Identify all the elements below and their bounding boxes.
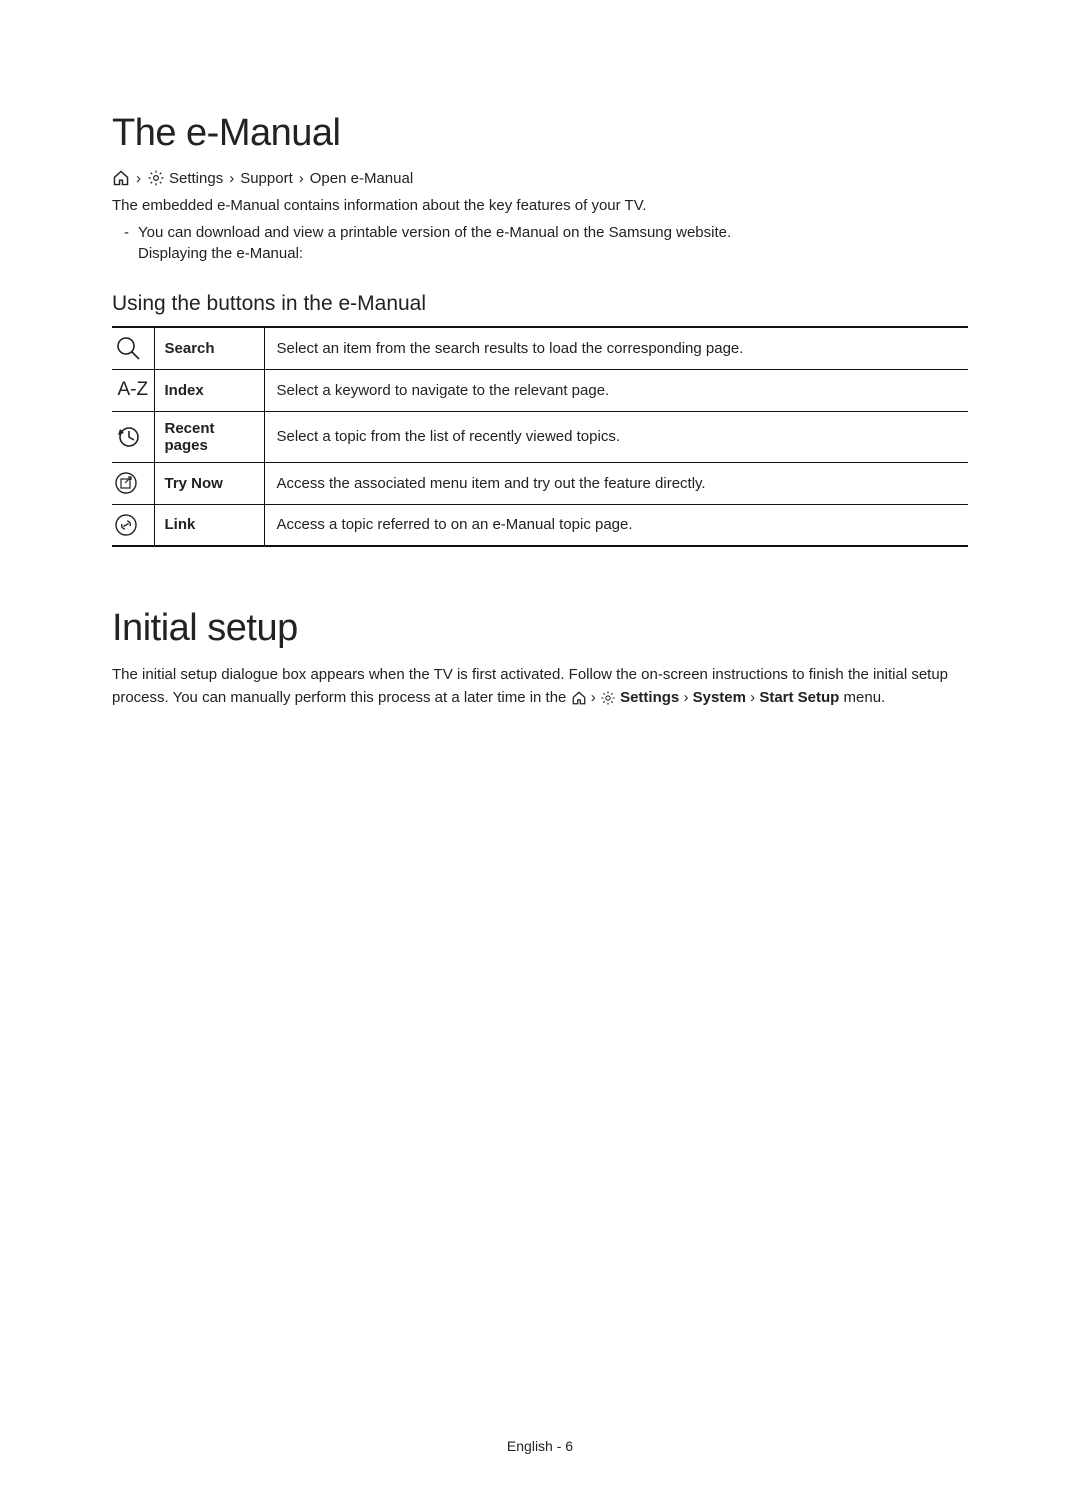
link-icon [114,513,152,537]
breadcrumb-settings: Settings [169,170,223,187]
table-row: A-Z Index Select a keyword to navigate t… [112,369,968,411]
gear-icon [600,690,616,706]
buttons-table: Search Select an item from the search re… [112,326,968,547]
row-label: Try Now [154,462,264,504]
page-footer: English - 6 [0,1438,1080,1454]
intro-text: The embedded e-Manual contains informati… [112,197,968,214]
initial-setup-text-post: menu. [844,689,886,706]
recent-icon [114,423,152,451]
breadcrumb-open: Open e-Manual [310,170,413,187]
path-system: System [693,689,746,706]
search-icon [114,334,152,362]
subheading-buttons: Using the buttons in the e-Manual [112,292,968,316]
row-label: Search [154,327,264,369]
chevron-right-icon: › [136,170,141,187]
chevron-right-icon: › [591,689,596,706]
row-desc: Access a topic referred to on an e-Manua… [264,504,968,546]
breadcrumb-support: Support [240,170,293,187]
note-list: -You can download and view a printable v… [112,224,968,262]
row-label: Index [154,369,264,411]
table-row: Try Now Access the associated menu item … [112,462,968,504]
chevron-right-icon: › [683,689,688,706]
row-desc: Select a topic from the list of recently… [264,411,968,462]
home-icon [571,691,587,705]
chevron-right-icon: › [299,170,304,187]
section-title-initial-setup: Initial setup [112,607,968,650]
path-start-setup: Start Setup [759,689,839,706]
gear-icon [147,169,165,187]
row-desc: Access the associated menu item and try … [264,462,968,504]
row-label: Recent pages [154,411,264,462]
try-now-icon [114,471,152,495]
note-download: You can download and view a printable ve… [138,224,731,241]
row-label: Link [154,504,264,546]
home-icon [112,170,130,186]
initial-setup-paragraph: The initial setup dialogue box appears w… [112,664,968,709]
breadcrumb: › Settings › Support › Open e-Manual [112,169,968,187]
row-desc: Select a keyword to navigate to the rele… [264,369,968,411]
note-display: Displaying the e-Manual: [124,245,968,262]
table-row: Search Select an item from the search re… [112,327,968,369]
index-icon: A-Z [117,379,148,400]
chevron-right-icon: › [229,170,234,187]
path-settings: Settings [620,689,679,706]
table-row: Recent pages Select a topic from the lis… [112,411,968,462]
section-title-emanual: The e-Manual [112,112,968,155]
row-desc: Select an item from the search results t… [264,327,968,369]
chevron-right-icon: › [750,689,755,706]
table-row: Link Access a topic referred to on an e-… [112,504,968,546]
